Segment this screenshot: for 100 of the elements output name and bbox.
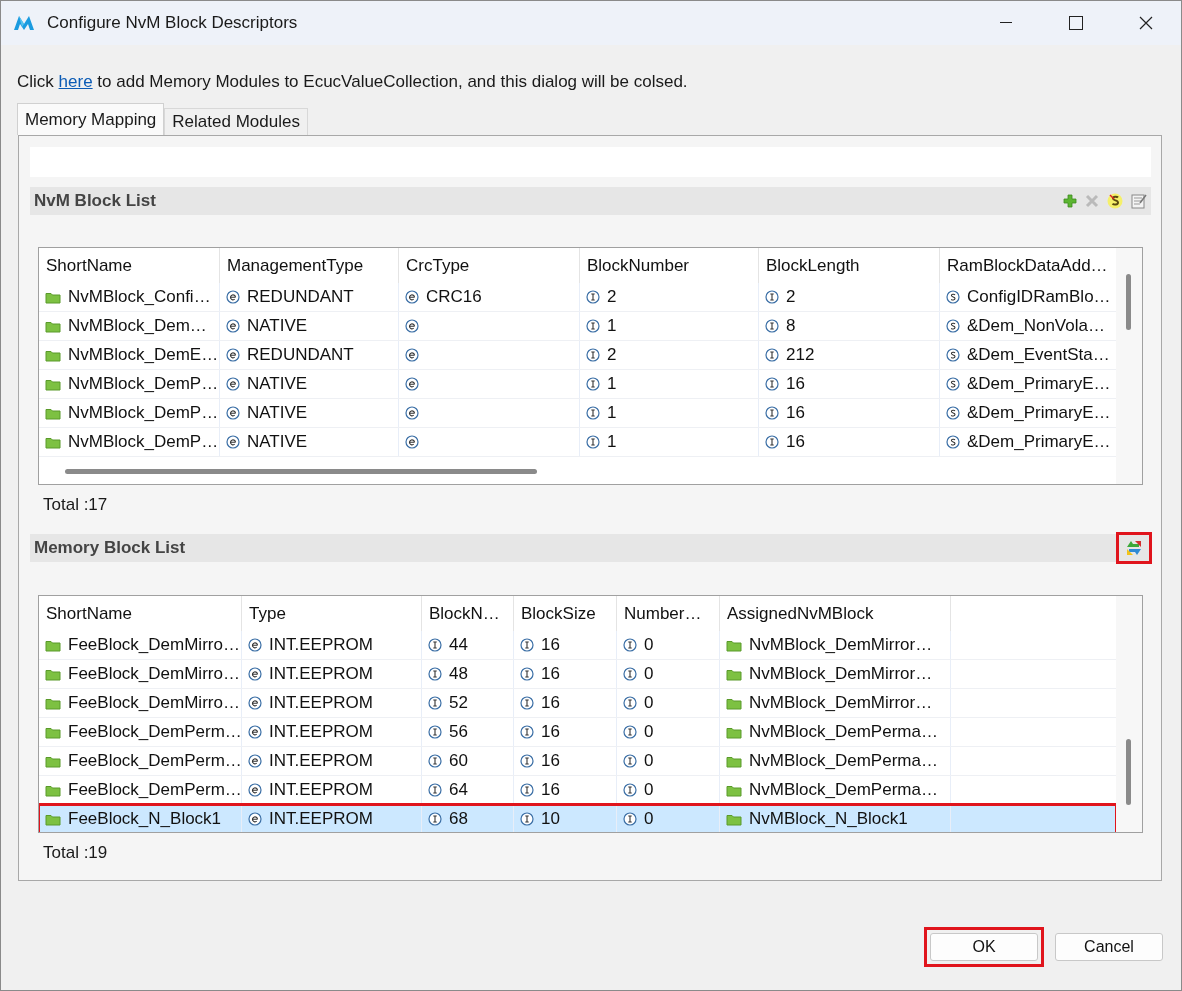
- integer-icon: [520, 696, 534, 710]
- column-header[interactable]: BlockN…: [422, 596, 514, 631]
- integer-icon: [520, 725, 534, 739]
- string-icon: [946, 377, 960, 391]
- table-cell: 0: [644, 780, 654, 800]
- integer-icon: [428, 667, 442, 681]
- string-icon: [946, 435, 960, 449]
- table-cell: NvMBlock_DemPerma…: [749, 780, 938, 800]
- folder-icon: [45, 406, 61, 420]
- window-title: Configure NvM Block Descriptors: [47, 13, 299, 33]
- table-cell: FeeBlock_DemPerm…: [68, 780, 242, 800]
- table-cell: NvMBlock_DemMirror…: [749, 693, 933, 713]
- integer-icon: [586, 348, 600, 362]
- plus-icon[interactable]: [1063, 194, 1077, 208]
- column-header[interactable]: CrcType: [399, 248, 580, 283]
- here-link[interactable]: here: [58, 72, 93, 91]
- integer-icon: [765, 319, 779, 333]
- enum-icon: [248, 667, 262, 681]
- table-cell: 1: [607, 316, 617, 336]
- column-header[interactable]: Number…: [617, 596, 720, 631]
- column-header[interactable]: BlockLength: [759, 248, 940, 283]
- integer-icon: [586, 435, 600, 449]
- table-cell: 1: [607, 403, 617, 423]
- integer-icon: [623, 783, 637, 797]
- folder-icon: [45, 783, 61, 797]
- table-cell: ConfigIDRamBlo…: [967, 287, 1111, 307]
- folder-icon: [726, 783, 742, 797]
- integer-icon: [520, 783, 534, 797]
- minimize-icon[interactable]: [1000, 22, 1012, 24]
- table-cell: 16: [541, 635, 560, 655]
- table-cell: 16: [541, 693, 560, 713]
- tab[interactable]: Memory Mapping: [17, 103, 165, 135]
- table-cell: FeeBlock_DemMirro…: [68, 664, 240, 684]
- table-cell: NvMBlock_DemE…: [68, 345, 219, 365]
- highlight-icon[interactable]: [1107, 193, 1123, 209]
- table-cell: NvMBlock_Dem…: [68, 316, 207, 336]
- folder-icon: [45, 319, 61, 333]
- column-header[interactable]: Type: [242, 596, 422, 631]
- integer-icon: [428, 812, 442, 826]
- integer-icon: [520, 812, 534, 826]
- table-cell: 2: [786, 287, 796, 307]
- column-header[interactable]: BlockSize: [514, 596, 617, 631]
- integer-icon: [623, 754, 637, 768]
- table-cell: INT.EEPROM: [269, 635, 373, 655]
- cancel-button[interactable]: Cancel: [1055, 933, 1163, 961]
- refresh-button[interactable]: [1116, 532, 1152, 564]
- folder-icon: [726, 812, 742, 826]
- table-cell: 68: [449, 809, 468, 829]
- enum-icon: [405, 406, 419, 420]
- integer-icon: [765, 290, 779, 304]
- vertical-scrollbar[interactable]: [1126, 274, 1131, 330]
- integer-icon: [428, 725, 442, 739]
- enum-icon: [226, 406, 240, 420]
- column-header[interactable]: ShortName: [39, 248, 220, 283]
- folder-icon: [45, 377, 61, 391]
- vertical-scrollbar[interactable]: [1126, 739, 1131, 805]
- table-cell: INT.EEPROM: [269, 722, 373, 742]
- enum-icon: [248, 812, 262, 826]
- table-cell: NvMBlock_DemP…: [68, 374, 219, 394]
- table-cell: 1: [607, 432, 617, 452]
- table-cell: &Dem_NonVola…: [967, 316, 1105, 336]
- integer-icon: [428, 754, 442, 768]
- folder-icon: [726, 667, 742, 681]
- folder-icon: [45, 696, 61, 710]
- close-icon[interactable]: [1139, 16, 1153, 30]
- folder-icon: [45, 638, 61, 652]
- table-cell: 0: [644, 751, 654, 771]
- string-icon: [946, 319, 960, 333]
- tab[interactable]: Related Modules: [164, 108, 308, 135]
- table-cell: 56: [449, 722, 468, 742]
- table-cell: &Dem_PrimaryE…: [967, 374, 1111, 394]
- integer-icon: [520, 638, 534, 652]
- column-header[interactable]: AssignedNvMBlock: [720, 596, 951, 631]
- total-count: Total :19: [43, 843, 108, 863]
- horizontal-scrollbar[interactable]: [65, 468, 537, 474]
- table-cell: 16: [786, 403, 805, 423]
- ok-button[interactable]: OK: [930, 933, 1038, 961]
- table-cell: 60: [449, 751, 468, 771]
- integer-icon: [765, 348, 779, 362]
- edit-icon[interactable]: [1131, 193, 1147, 209]
- column-header[interactable]: ShortName: [39, 596, 242, 631]
- logo-icon: [13, 14, 35, 32]
- refresh-icon: [1125, 539, 1143, 557]
- integer-icon: [428, 783, 442, 797]
- column-header[interactable]: BlockNumber: [580, 248, 759, 283]
- table-cell: NvMBlock_DemPerma…: [749, 722, 938, 742]
- maximize-icon[interactable]: [1069, 16, 1083, 30]
- string-icon: [946, 406, 960, 420]
- table-cell: 44: [449, 635, 468, 655]
- table-cell: 64: [449, 780, 468, 800]
- column-header[interactable]: ManagementType: [220, 248, 399, 283]
- table-cell: NvMBlock_DemMirror…: [749, 664, 933, 684]
- integer-icon: [765, 435, 779, 449]
- table-cell: FeeBlock_DemPerm…: [68, 751, 242, 771]
- integer-icon: [623, 667, 637, 681]
- info-message: Click here to add Memory Modules to EcucValueCollection, and this dialog will be colsed.: [17, 72, 688, 91]
- table-cell: 16: [541, 751, 560, 771]
- enum-icon: [248, 754, 262, 768]
- integer-icon: [586, 290, 600, 304]
- enum-icon: [226, 377, 240, 391]
